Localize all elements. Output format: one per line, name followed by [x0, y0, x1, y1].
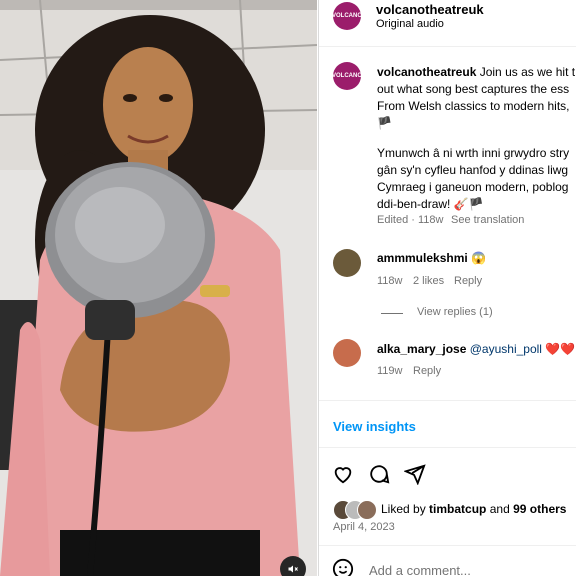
comment-age-2: 119w	[377, 365, 403, 377]
caption-line-6: Cymraeg i ganeuon modern, poblog	[377, 180, 569, 194]
caption-avatar[interactable]: VOLCANO	[332, 62, 362, 90]
view-insights-link[interactable]: View insights	[333, 419, 416, 434]
liker-avatars[interactable]	[333, 500, 377, 520]
likes-summary: Liked by timbatcup and 99 others	[381, 502, 566, 516]
comment-likes[interactable]: 2 likes	[413, 275, 444, 287]
caption-line-3: From Welsh classics to modern hits,	[377, 99, 570, 113]
caption-welsh-block: Ymunwch â ni wrth inni grwydro stry gân …	[377, 145, 569, 213]
post-media[interactable]	[0, 0, 317, 576]
caption-block: volcanotheatreuk Join us as we hit t out…	[377, 64, 575, 132]
likes-user[interactable]: timbatcup	[429, 502, 486, 516]
commenter-avatar[interactable]	[333, 249, 361, 277]
flag-icon: 🏴	[377, 116, 392, 130]
avatar-text: VOLCANO	[332, 13, 362, 19]
comment-age: 118w	[377, 275, 403, 287]
likes-and: and	[489, 502, 510, 516]
likes-count[interactable]: 99 others	[513, 502, 566, 516]
emoji-icon[interactable]	[332, 558, 354, 576]
caption-avatar-text: VOLCANO	[332, 73, 362, 79]
guitar-icon: 🎸🏴	[453, 197, 484, 211]
add-comment-input[interactable]	[367, 560, 551, 576]
comment-text: 😱	[471, 251, 486, 265]
insights-divider	[319, 400, 576, 401]
author-username[interactable]: volcanotheatreuk	[376, 2, 484, 17]
comment-mention[interactable]: @ayushi_poll	[470, 342, 542, 356]
caption-line-2: out what song best captures the ess	[377, 82, 570, 96]
comment-icon[interactable]	[368, 463, 390, 485]
header-divider	[319, 46, 576, 47]
see-translation-button[interactable]: See translation	[451, 214, 524, 226]
comment-author-2[interactable]: alka_mary_jose	[377, 342, 466, 356]
comment-reply-button[interactable]: Reply	[454, 275, 482, 287]
replies-line	[381, 313, 403, 314]
post-details-panel: VOLCANO volcanotheatreuk Original audio …	[318, 0, 576, 576]
comment-text-2: ❤️❤️	[545, 342, 576, 356]
heart-icon[interactable]	[332, 463, 354, 485]
comment-reply-button-2[interactable]: Reply	[413, 365, 441, 377]
caption-author[interactable]: volcanotheatreuk	[377, 65, 476, 79]
view-replies-button[interactable]: View replies (1)	[417, 306, 493, 318]
comment-divider	[319, 545, 576, 546]
caption-line-7: ddi-ben-draw!	[377, 197, 451, 211]
comment-2: alka_mary_jose @ayushi_poll ❤️❤️	[377, 342, 575, 356]
post-photo	[0, 0, 317, 576]
caption-line-4: Ymunwch â ni wrth inni grwydro stry	[377, 146, 570, 160]
post-date[interactable]: April 4, 2023	[333, 521, 395, 533]
mute-button[interactable]	[280, 556, 306, 576]
comment-author[interactable]: ammmulekshmi	[377, 251, 468, 265]
author-avatar[interactable]: VOLCANO	[332, 2, 362, 30]
likes-prefix: Liked by	[381, 502, 426, 516]
commenter-avatar-2[interactable]	[333, 339, 361, 367]
caption-line-5: gân sy'n cyfleu hanfod y ddinas liwg	[377, 163, 569, 177]
caption-line-1: Join us as we hit t	[479, 65, 576, 79]
share-icon[interactable]	[404, 463, 426, 485]
mute-icon	[288, 565, 298, 573]
audio-label[interactable]: Original audio	[376, 18, 444, 30]
caption-meta: Edited · 118w	[377, 214, 444, 226]
actions-divider	[319, 447, 576, 448]
comment-1: ammmulekshmi 😱	[377, 251, 486, 265]
